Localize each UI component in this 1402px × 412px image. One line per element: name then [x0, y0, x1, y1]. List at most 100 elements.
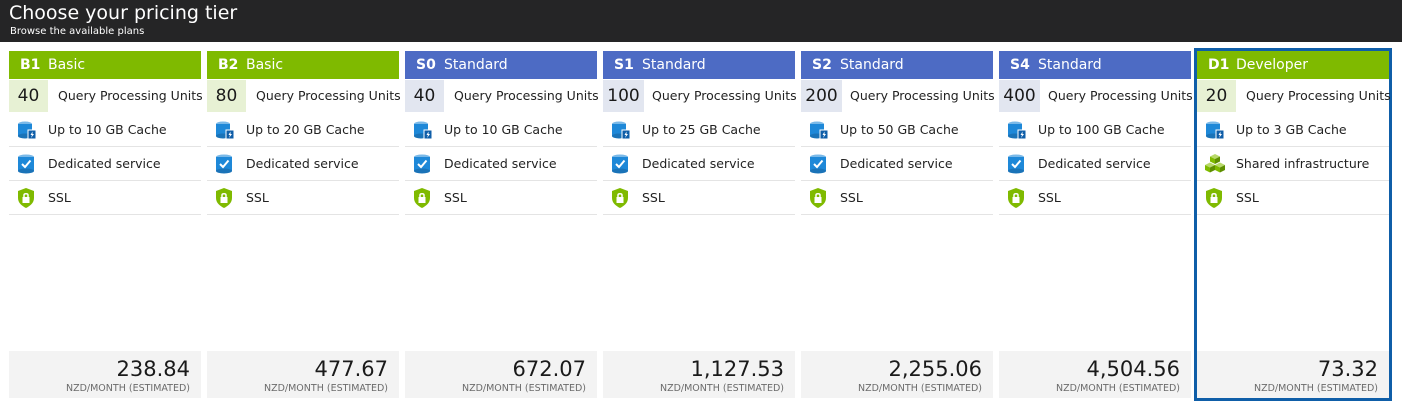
ssl-shield-icon	[1006, 187, 1028, 209]
ssl-shield-icon	[214, 187, 236, 209]
page-title: Choose your pricing tier	[9, 2, 238, 24]
query-units-row: 40 Query Processing Units	[9, 80, 203, 112]
price-value: 1,127.53	[690, 357, 784, 381]
service-row: Dedicated service	[801, 147, 993, 181]
tier-code: S1	[614, 57, 634, 73]
dedicated-service-icon	[1006, 153, 1028, 175]
tier-code: B2	[218, 57, 239, 73]
query-units-label: Query Processing Units	[256, 88, 401, 103]
service-row: Shared infrastructure	[1197, 147, 1389, 181]
price-box: 238.84 NZD/MONTH (ESTIMATED)	[9, 351, 201, 398]
tier-card-s4[interactable]: S4 Standard 400 Query Processing Units U…	[999, 51, 1193, 398]
price-unit: NZD/MONTH (ESTIMATED)	[1055, 383, 1180, 394]
tier-name: Basic	[246, 57, 284, 73]
tier-card-s2[interactable]: S2 Standard 200 Query Processing Units U…	[801, 51, 995, 398]
service-label: Dedicated service	[840, 156, 953, 171]
service-label: Dedicated service	[246, 156, 359, 171]
tier-name: Standard	[642, 57, 706, 73]
ssl-label: SSL	[444, 190, 467, 205]
service-row: Dedicated service	[405, 147, 597, 181]
price-unit: NZD/MONTH (ESTIMATED)	[263, 383, 388, 394]
ssl-shield-icon	[1204, 187, 1226, 209]
dedicated-service-icon	[610, 153, 632, 175]
price-box: 477.67 NZD/MONTH (ESTIMATED)	[207, 351, 399, 398]
tier-header: B2 Basic	[207, 51, 399, 79]
cache-database-icon	[1006, 119, 1028, 141]
ssl-label: SSL	[1236, 190, 1259, 205]
ssl-row: SSL	[1197, 181, 1389, 215]
tier-card-b2[interactable]: B2 Basic 80 Query Processing Units Up to…	[207, 51, 401, 398]
query-units-row: 100 Query Processing Units	[603, 80, 797, 112]
query-units-label: Query Processing Units	[58, 88, 203, 103]
price-value: 477.67	[314, 357, 388, 381]
tier-code: S4	[1010, 57, 1030, 73]
query-units-label: Query Processing Units	[454, 88, 599, 103]
ssl-label: SSL	[1038, 190, 1061, 205]
ssl-label: SSL	[642, 190, 665, 205]
tier-header: S1 Standard	[603, 51, 795, 79]
tier-code: S0	[416, 57, 436, 73]
price-box: 1,127.53 NZD/MONTH (ESTIMATED)	[603, 351, 795, 398]
service-row: Dedicated service	[999, 147, 1191, 181]
cache-row: Up to 25 GB Cache	[603, 113, 795, 147]
cache-label: Up to 25 GB Cache	[642, 122, 761, 137]
ssl-label: SSL	[840, 190, 863, 205]
query-units-row: 400 Query Processing Units	[999, 80, 1193, 112]
cache-label: Up to 100 GB Cache	[1038, 122, 1165, 137]
query-units-row: 20 Query Processing Units	[1197, 80, 1391, 112]
blade-header: Choose your pricing tier Browse the avai…	[0, 0, 1402, 42]
query-units-value: 40	[9, 80, 48, 112]
ssl-shield-icon	[610, 187, 632, 209]
page-subtitle: Browse the available plans	[10, 26, 145, 37]
ssl-label: SSL	[48, 190, 71, 205]
ssl-shield-icon	[16, 187, 38, 209]
tier-name: Basic	[48, 57, 86, 73]
cache-label: Up to 3 GB Cache	[1236, 122, 1347, 137]
cache-row: Up to 10 GB Cache	[405, 113, 597, 147]
dedicated-service-icon	[808, 153, 830, 175]
tier-code: B1	[20, 57, 41, 73]
ssl-row: SSL	[603, 181, 795, 215]
tier-header: S4 Standard	[999, 51, 1191, 79]
ssl-row: SSL	[999, 181, 1191, 215]
shared-infrastructure-icon	[1204, 153, 1226, 175]
cache-label: Up to 20 GB Cache	[246, 122, 365, 137]
query-units-label: Query Processing Units	[850, 88, 995, 103]
price-unit: NZD/MONTH (ESTIMATED)	[857, 383, 982, 394]
query-units-row: 80 Query Processing Units	[207, 80, 401, 112]
tier-header: B1 Basic	[9, 51, 201, 79]
dedicated-service-icon	[412, 153, 434, 175]
ssl-row: SSL	[9, 181, 201, 215]
tier-code: D1	[1208, 57, 1230, 73]
cache-database-icon	[214, 119, 236, 141]
tier-header: S0 Standard	[405, 51, 597, 79]
price-value: 238.84	[116, 357, 190, 381]
service-row: Dedicated service	[207, 147, 399, 181]
tier-header: D1 Developer	[1197, 51, 1389, 79]
service-row: Dedicated service	[9, 147, 201, 181]
query-units-value: 80	[207, 80, 246, 112]
query-units-value: 400	[999, 80, 1040, 112]
price-value: 672.07	[512, 357, 586, 381]
tier-card-b1[interactable]: B1 Basic 40 Query Processing Units Up to…	[9, 51, 203, 398]
query-units-value: 20	[1197, 80, 1236, 112]
price-unit: NZD/MONTH (ESTIMATED)	[1253, 383, 1378, 394]
tier-card-d1[interactable]: D1 Developer 20 Query Processing Units U…	[1194, 48, 1392, 401]
cache-row: Up to 20 GB Cache	[207, 113, 399, 147]
price-value: 4,504.56	[1086, 357, 1180, 381]
tier-card-s0[interactable]: S0 Standard 40 Query Processing Units Up…	[405, 51, 599, 398]
query-units-row: 40 Query Processing Units	[405, 80, 599, 112]
price-unit: NZD/MONTH (ESTIMATED)	[65, 383, 190, 394]
cache-database-icon	[1204, 119, 1226, 141]
query-units-value: 100	[603, 80, 644, 112]
tier-name: Standard	[1038, 57, 1102, 73]
ssl-label: SSL	[246, 190, 269, 205]
dedicated-service-icon	[16, 153, 38, 175]
price-value: 73.32	[1317, 357, 1378, 381]
cache-row: Up to 50 GB Cache	[801, 113, 993, 147]
price-box: 73.32 NZD/MONTH (ESTIMATED)	[1197, 351, 1389, 398]
cache-row: Up to 10 GB Cache	[9, 113, 201, 147]
price-box: 672.07 NZD/MONTH (ESTIMATED)	[405, 351, 597, 398]
tier-card-s1[interactable]: S1 Standard 100 Query Processing Units U…	[603, 51, 797, 398]
service-label: Dedicated service	[444, 156, 557, 171]
